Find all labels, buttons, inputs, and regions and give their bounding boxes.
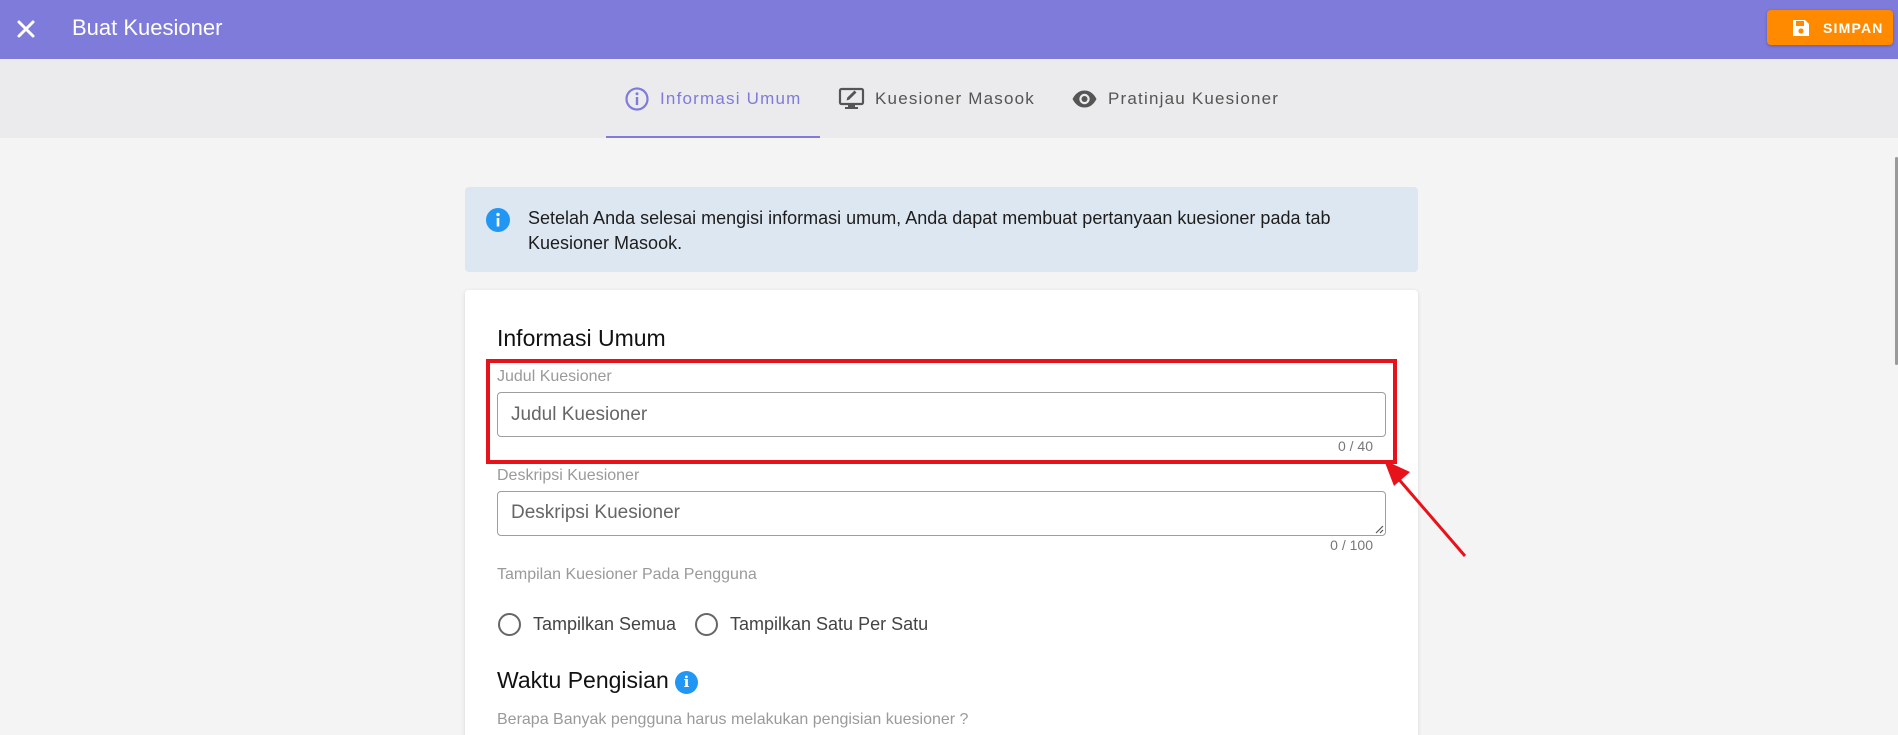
info-circle-icon <box>625 86 649 111</box>
fill-count-question: Berapa Banyak pengguna harus melakukan p… <box>497 711 969 728</box>
tab-kuesioner-masook[interactable]: Kuesioner Masook <box>838 59 1035 138</box>
radio-button-icon <box>695 613 718 636</box>
tab-pratinjau-kuesioner[interactable]: Pratinjau Kuesioner <box>1071 59 1279 138</box>
radio-button-icon <box>498 613 521 636</box>
page-title: Buat Kuesioner <box>72 15 223 40</box>
radio-label: Tampilkan Satu Per Satu <box>730 614 929 634</box>
tab-label: Informasi Umum <box>660 88 802 108</box>
close-icon <box>17 20 35 38</box>
info-icon <box>486 208 510 232</box>
info-alert: Setelah Anda selesai mengisi informasi u… <box>465 187 1418 272</box>
eye-icon <box>1072 90 1097 107</box>
tab-label: Kuesioner Masook <box>875 88 1035 108</box>
tab-informasi-umum[interactable]: Informasi Umum <box>624 59 802 138</box>
save-button[interactable]: SIMPAN <box>1767 10 1893 45</box>
monitor-edit-icon <box>838 87 865 109</box>
tab-bar: Informasi Umum Kuesioner Masook Pratinja… <box>0 59 1898 138</box>
close-button[interactable] <box>10 13 42 45</box>
display-mode-label: Tampilan Kuesioner Pada Pengguna <box>497 566 757 583</box>
fill-time-info-icon[interactable]: i <box>675 671 698 694</box>
section-title: Informasi Umum <box>497 325 666 351</box>
annotation-arrow-icon <box>1384 460 1467 557</box>
radio-show-all[interactable]: Tampilkan Semua <box>498 613 676 636</box>
description-char-counter: 0 / 100 <box>1330 537 1373 553</box>
description-field <box>497 491 1386 536</box>
alert-message: Setelah Anda selesai mengisi informasi u… <box>528 208 1331 253</box>
description-field-label: Deskripsi Kuesioner <box>497 467 640 484</box>
radio-label: Tampilkan Semua <box>533 614 677 634</box>
description-input[interactable] <box>497 491 1386 536</box>
general-info-card: Informasi Umum Judul Kuesioner 0 / 40 De… <box>465 290 1418 735</box>
floppy-disk-icon <box>1793 19 1809 36</box>
save-button-label: SIMPAN <box>1823 19 1884 36</box>
radio-show-one-by-one[interactable]: Tampilkan Satu Per Satu <box>695 613 928 636</box>
top-app-bar: Buat Kuesioner SIMPAN <box>0 0 1898 59</box>
active-tab-indicator <box>606 136 820 138</box>
annotation-highlight-box <box>486 359 1397 464</box>
fill-time-title: Waktu Pengisian <box>497 667 669 693</box>
tab-label: Pratinjau Kuesioner <box>1108 88 1280 108</box>
